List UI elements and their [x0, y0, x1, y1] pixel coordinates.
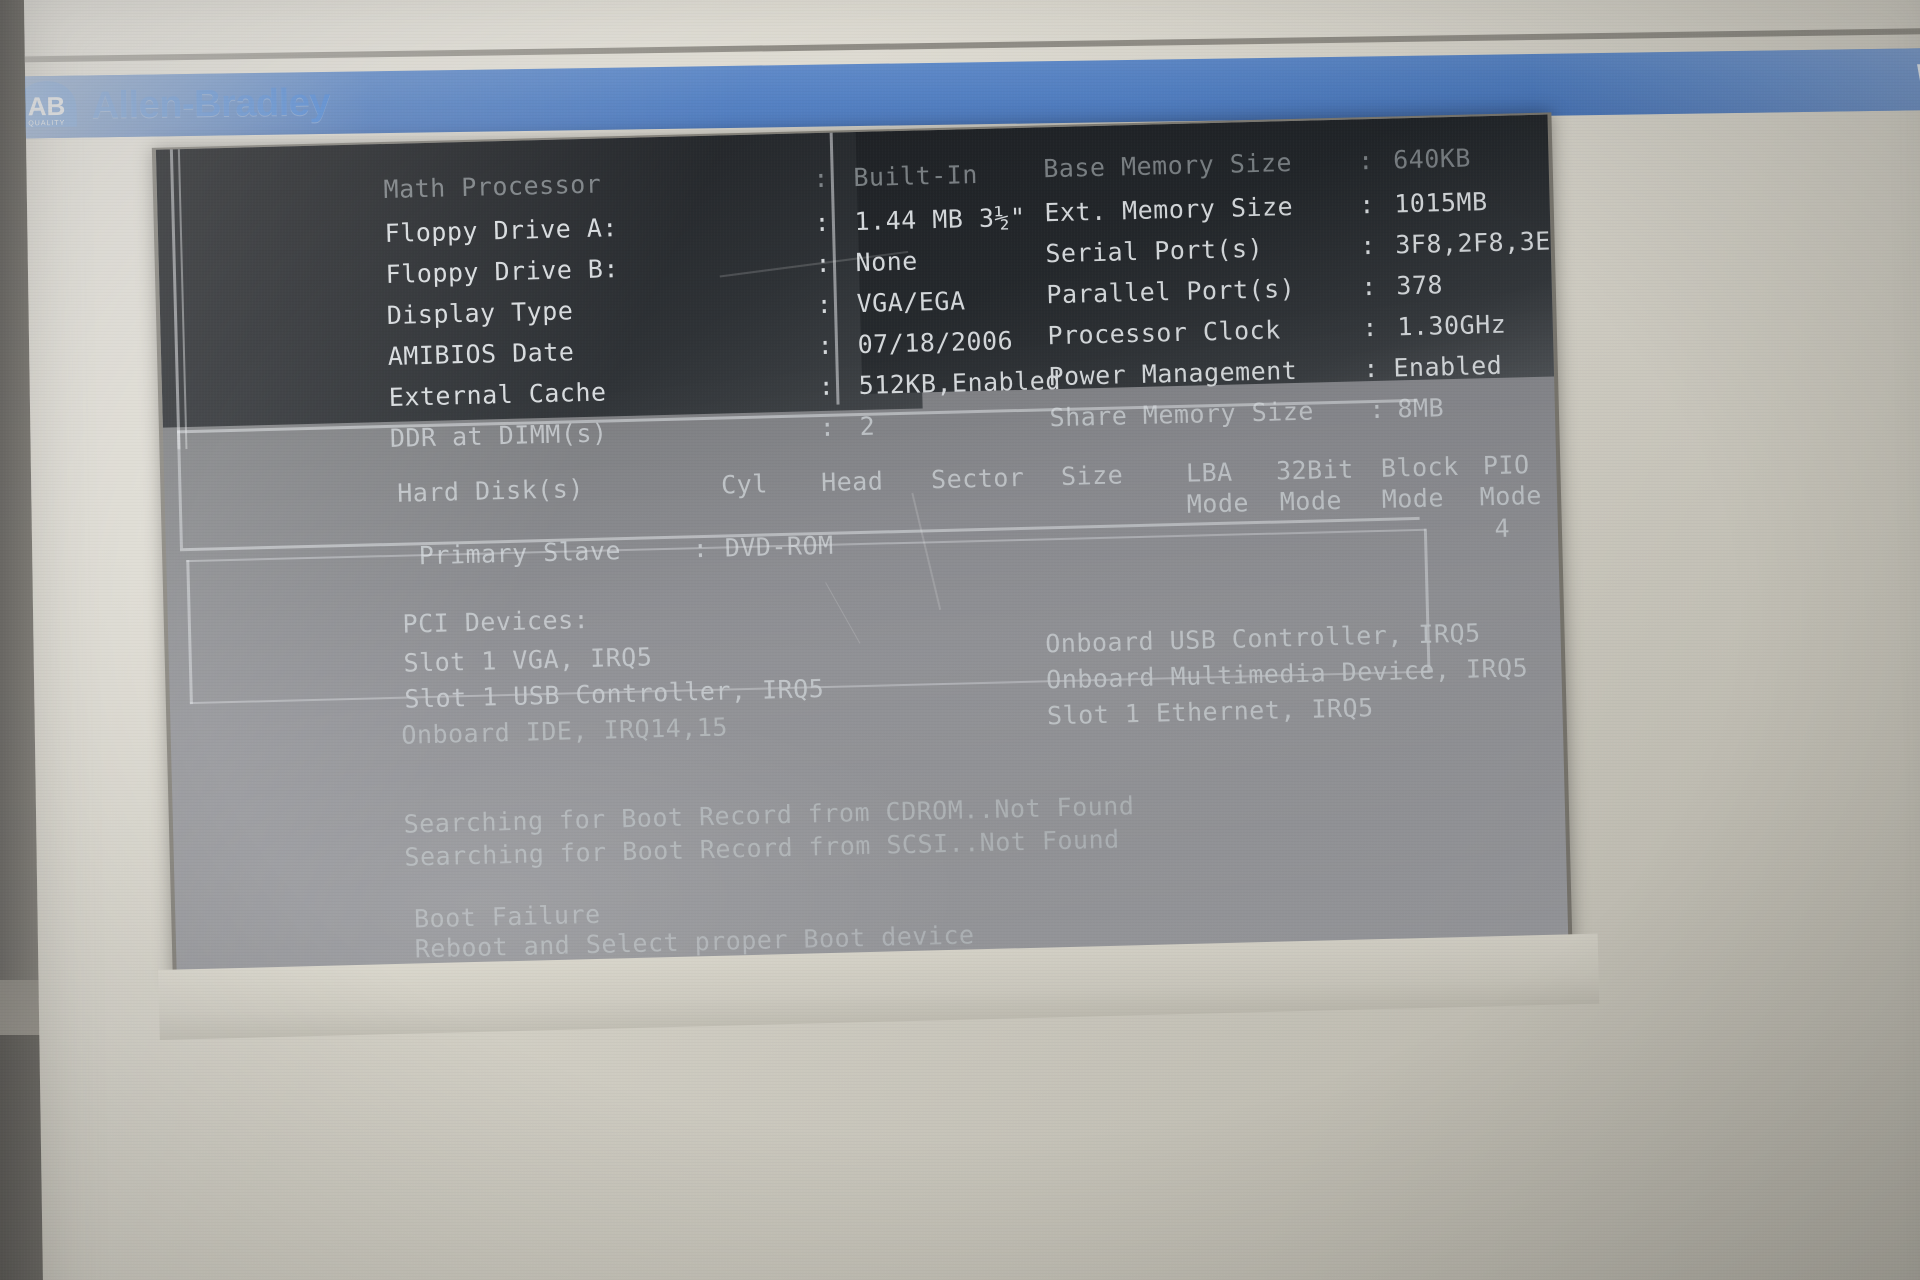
product-model-label: Ve — [1913, 56, 1920, 101]
bios-disk-box-left-border — [176, 430, 183, 549]
pci-device-onboard-ide: Onboard IDE, IRQ14,15 — [401, 712, 729, 750]
monitor-photo: AB QUALITY Allen-Bradley Ve Math Process… — [0, 0, 1920, 1280]
allen-bradley-logo-icon: AB QUALITY — [25, 78, 80, 137]
svg-text:AB: AB — [28, 91, 66, 122]
lcd-screen-frame: Math Processor___ : Built-In Floppy Driv… — [151, 112, 1573, 986]
bios-post-screen: Math Processor___ : Built-In Floppy Driv… — [156, 115, 1568, 975]
brand-name: Allen-Bradley — [91, 81, 331, 127]
monitor-bezel: AB QUALITY Allen-Bradley Ve Math Process… — [23, 0, 1920, 1280]
pci-box-left-border — [186, 560, 193, 705]
svg-text:QUALITY: QUALITY — [28, 120, 65, 128]
brand-strip: AB QUALITY Allen-Bradley Ve — [25, 47, 1920, 139]
lcd-screen: Math Processor___ : Built-In Floppy Driv… — [155, 114, 1569, 976]
pci-device-slot1-ethernet: Slot 1 Ethernet, IRQ5 — [1046, 693, 1374, 731]
